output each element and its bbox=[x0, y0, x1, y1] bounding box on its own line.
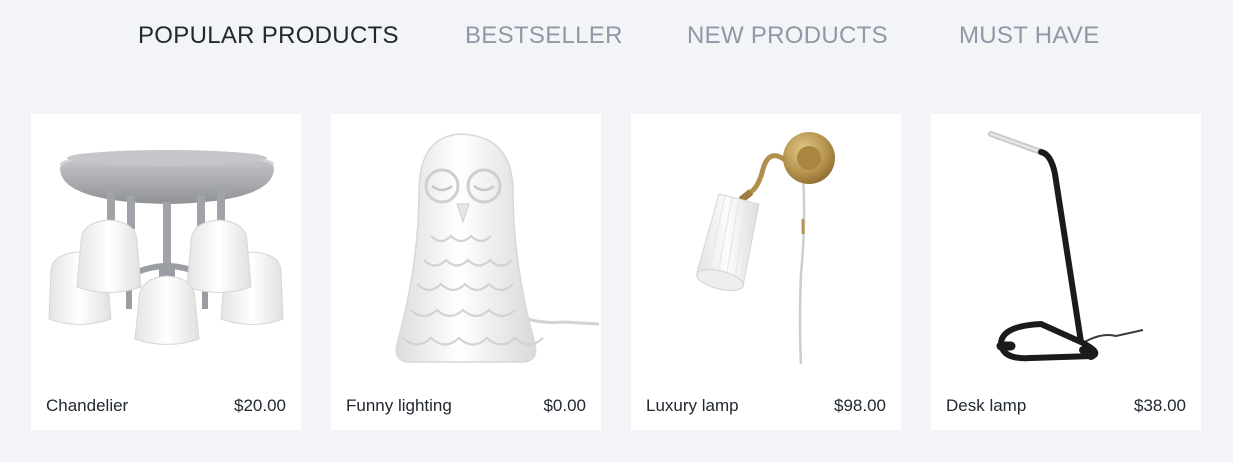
tab-bestseller[interactable]: BESTSELLER bbox=[465, 22, 623, 50]
tab-popular-products[interactable]: POPULAR PRODUCTS bbox=[138, 22, 399, 50]
product-card-luxury-lamp[interactable]: Luxury lamp $98.00 bbox=[631, 114, 901, 430]
tab-must-have[interactable]: MUST HAVE bbox=[959, 22, 1100, 50]
desk-lamp-icon[interactable] bbox=[931, 114, 1201, 379]
owl-lamp-icon[interactable] bbox=[331, 114, 601, 379]
product-name[interactable]: Luxury lamp bbox=[646, 396, 739, 416]
product-name[interactable]: Chandelier bbox=[46, 396, 128, 416]
product-card-chandelier[interactable]: Chandelier $20.00 bbox=[31, 114, 301, 430]
product-name[interactable]: Desk lamp bbox=[946, 396, 1026, 416]
product-price: $20.00 bbox=[234, 396, 286, 415]
product-card-desk-lamp[interactable]: Desk lamp $38.00 bbox=[931, 114, 1201, 430]
product-price: $38.00 bbox=[1134, 396, 1186, 415]
product-price: $98.00 bbox=[834, 396, 886, 415]
tab-new-products[interactable]: NEW PRODUCTS bbox=[687, 22, 888, 50]
chandelier-icon[interactable] bbox=[31, 114, 301, 379]
product-name[interactable]: Funny lighting bbox=[346, 396, 452, 416]
wall-lamp-icon[interactable] bbox=[631, 114, 901, 379]
product-card-funny-lighting[interactable]: Funny lighting $0.00 bbox=[331, 114, 601, 430]
product-grid: Chandelier $20.00 Funny lighting $0.00 L… bbox=[31, 114, 1201, 430]
product-tabs: POPULAR PRODUCTS BESTSELLER NEW PRODUCTS… bbox=[0, 22, 1233, 54]
product-price: $0.00 bbox=[543, 396, 586, 415]
